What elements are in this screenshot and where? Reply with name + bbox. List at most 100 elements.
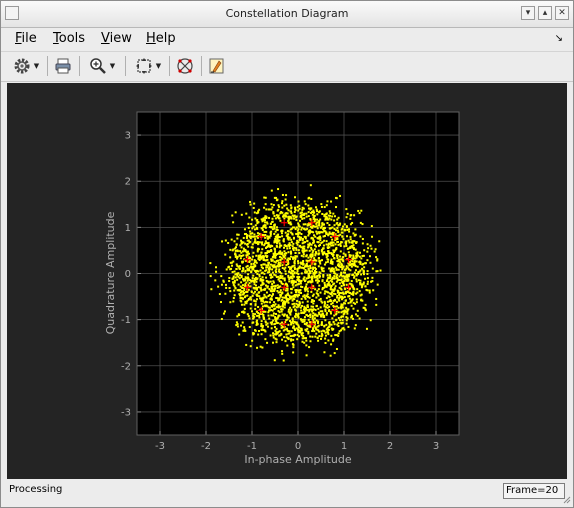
- received-point: [330, 288, 333, 291]
- received-point: [224, 253, 227, 256]
- zoom-button[interactable]: ▼: [83, 55, 121, 77]
- print-button[interactable]: [51, 55, 75, 77]
- chevron-down-icon[interactable]: ▼: [156, 62, 161, 70]
- received-point: [320, 203, 323, 206]
- received-point: [253, 261, 256, 264]
- received-point: [281, 352, 284, 355]
- received-point: [305, 254, 308, 257]
- constellation-plot[interactable]: -3 -2 -1 0 1 2 33210-1-2-3 In-phase Amplitude …: [7, 83, 567, 479]
- received-point: [372, 289, 375, 292]
- dock-arrow-icon[interactable]: ↘: [555, 33, 563, 44]
- received-point: [336, 241, 339, 244]
- received-point: [299, 282, 302, 285]
- received-point: [272, 341, 275, 344]
- received-point: [299, 238, 302, 241]
- received-point: [276, 253, 279, 256]
- measurements-button[interactable]: [173, 55, 197, 77]
- x-tick-label: -3: [155, 441, 165, 452]
- received-point: [316, 277, 319, 280]
- received-point: [319, 297, 322, 300]
- close-button[interactable]: ✕: [555, 6, 569, 20]
- received-point: [247, 245, 250, 248]
- received-point: [312, 217, 315, 220]
- received-point: [349, 235, 352, 238]
- received-point: [256, 322, 259, 325]
- received-point: [336, 254, 339, 257]
- received-point: [292, 237, 295, 240]
- received-point: [251, 321, 254, 324]
- received-point: [346, 310, 349, 313]
- received-point: [273, 323, 276, 326]
- autoscale-button[interactable]: ▼: [129, 55, 167, 77]
- received-point: [285, 194, 288, 197]
- minimize-button[interactable]: ▾: [521, 6, 535, 20]
- received-point: [249, 303, 252, 306]
- received-point: [329, 232, 332, 235]
- received-point: [353, 240, 356, 243]
- chevron-down-icon[interactable]: ▼: [110, 62, 115, 70]
- menu-help-mnemonic: H: [146, 31, 156, 46]
- received-point: [241, 284, 244, 287]
- received-point: [342, 252, 345, 255]
- received-point: [352, 287, 355, 290]
- received-point: [275, 332, 278, 335]
- maximize-button[interactable]: ▴: [538, 6, 552, 20]
- chevron-down-icon[interactable]: ▼: [34, 62, 39, 70]
- received-point: [334, 229, 337, 232]
- received-point: [312, 312, 315, 315]
- received-point: [301, 249, 304, 252]
- received-point: [289, 204, 292, 207]
- received-point: [359, 282, 362, 285]
- received-point: [280, 308, 283, 311]
- received-point: [341, 227, 344, 230]
- received-point: [249, 296, 252, 299]
- received-point: [353, 214, 356, 217]
- received-point: [312, 238, 315, 241]
- menu-help[interactable]: Help: [146, 31, 176, 46]
- menu-file[interactable]: File: [15, 31, 37, 46]
- received-point: [263, 206, 266, 209]
- received-point: [286, 247, 289, 250]
- menu-view[interactable]: View: [101, 31, 132, 46]
- received-point: [262, 317, 265, 320]
- resize-grip-icon[interactable]: [563, 496, 571, 504]
- received-point: [313, 275, 316, 278]
- menu-tools[interactable]: Tools: [53, 31, 85, 46]
- received-point: [234, 273, 237, 276]
- received-point: [309, 340, 312, 343]
- received-point: [247, 315, 250, 318]
- received-point: [337, 216, 340, 219]
- received-point: [284, 244, 287, 247]
- received-point: [232, 260, 235, 263]
- received-point: [275, 275, 278, 278]
- received-point: [303, 316, 306, 319]
- constellation-window: Constellation Diagram ▾ ▴ ✕ File Tools V…: [0, 0, 574, 508]
- y-tick-label: -3: [121, 407, 131, 418]
- received-point: [336, 296, 339, 299]
- received-point: [228, 276, 231, 279]
- received-point: [326, 300, 329, 303]
- title-bar[interactable]: Constellation Diagram ▾ ▴ ✕: [1, 1, 573, 28]
- received-point: [278, 236, 281, 239]
- received-point: [264, 240, 267, 243]
- received-point: [358, 317, 361, 320]
- received-point: [265, 230, 268, 233]
- configuration-button[interactable]: ▼: [7, 55, 45, 77]
- received-point: [292, 249, 295, 252]
- received-point: [229, 268, 232, 271]
- received-point: [250, 279, 253, 282]
- received-point: [274, 250, 277, 253]
- received-point: [242, 236, 245, 239]
- style-button[interactable]: [205, 55, 229, 77]
- received-point: [320, 250, 323, 253]
- print-icon: [55, 58, 71, 74]
- received-point: [283, 296, 286, 299]
- received-point: [338, 296, 341, 299]
- received-point: [337, 224, 340, 227]
- received-point: [340, 273, 343, 276]
- received-point: [258, 258, 261, 261]
- received-point: [272, 334, 275, 337]
- received-point: [305, 285, 308, 288]
- received-point: [350, 283, 353, 286]
- received-point: [302, 223, 305, 226]
